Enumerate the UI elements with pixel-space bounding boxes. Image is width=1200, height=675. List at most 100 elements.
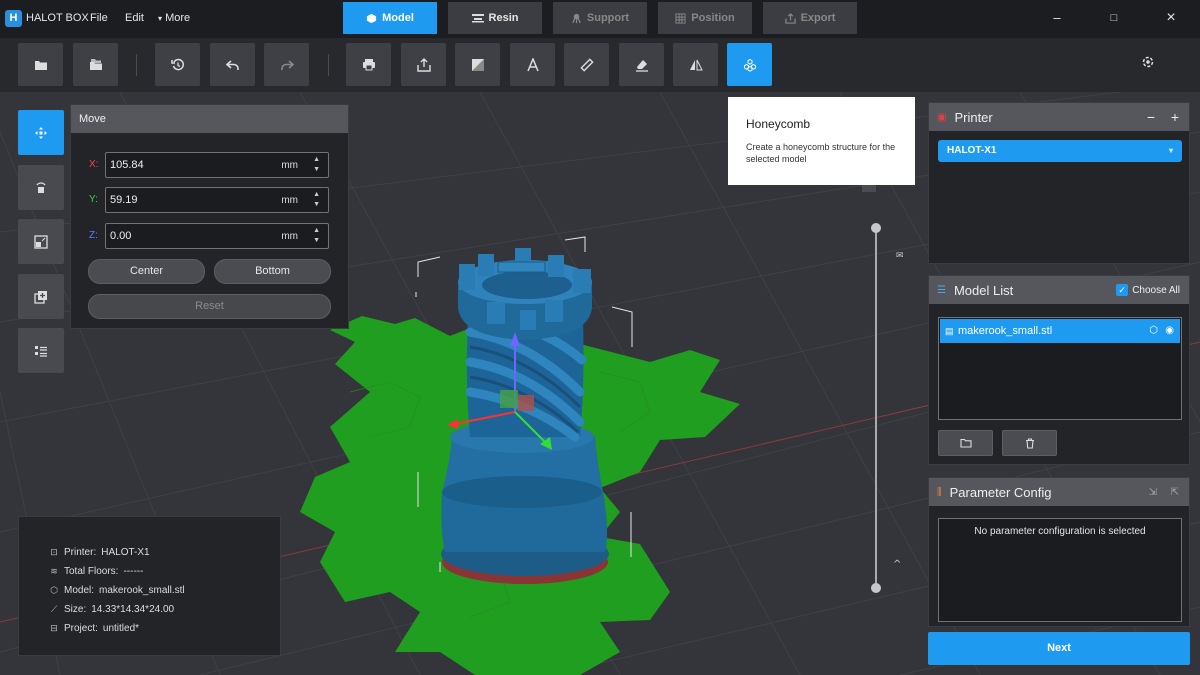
- y-stepper[interactable]: ▲ ▼: [313, 190, 320, 210]
- redo-icon: [280, 59, 294, 70]
- y-value: 59.19: [110, 194, 138, 206]
- info-size-row: ⟋ Size: 14.33*14.34*24.00: [49, 600, 280, 619]
- maximize-button[interactable]: □: [1104, 8, 1124, 28]
- printer-icon: [362, 59, 375, 71]
- scale-tool[interactable]: [18, 219, 64, 264]
- menu-edit[interactable]: Edit: [125, 12, 144, 24]
- model-list-panel: ☰ Model List ✓ Choose All ▤ makerook_sma…: [928, 275, 1190, 465]
- redo-button[interactable]: [264, 43, 309, 86]
- info-project-label: Project:: [64, 623, 98, 634]
- minimize-button[interactable]: –: [1047, 8, 1067, 28]
- honeycomb-icon: [743, 58, 756, 72]
- layer-slider-top-handle[interactable]: [871, 223, 881, 233]
- layer-slider-track[interactable]: [875, 228, 877, 588]
- cube-icon[interactable]: ⬡: [1149, 319, 1158, 343]
- project-icon: ⊟: [50, 623, 58, 633]
- add-model-button[interactable]: [938, 430, 993, 456]
- menu-more[interactable]: ▾ More: [158, 12, 190, 24]
- export-icon: [784, 12, 796, 24]
- measure-button[interactable]: [564, 43, 609, 86]
- model-listbox: ▤ makerook_small.stl ⬡ ◉: [938, 317, 1182, 420]
- list-tool[interactable]: [18, 328, 64, 373]
- eraser-button[interactable]: [619, 43, 664, 86]
- tooltip-description: Create a honeycomb structure for the sel…: [746, 142, 896, 164]
- info-project-value: untitled*: [102, 623, 140, 634]
- printer-select[interactable]: HALOT-X1 ▾: [938, 140, 1182, 162]
- step-model[interactable]: Model: [343, 2, 437, 34]
- hollow-button[interactable]: [455, 43, 500, 86]
- import-config-icon[interactable]: ⇲: [1149, 487, 1157, 498]
- step-resin-label: Resin: [488, 12, 519, 24]
- x-unit: mm: [281, 160, 298, 171]
- history-button[interactable]: [155, 43, 200, 86]
- undo-button[interactable]: [210, 43, 255, 86]
- info-floors-label: Total Floors:: [64, 566, 119, 577]
- step-model-label: Model: [382, 12, 414, 24]
- step-position-label: Position: [691, 12, 735, 24]
- honeycomb-button[interactable]: [727, 43, 772, 86]
- x-field-row: X: 105.84 mm ▲ ▼: [89, 152, 329, 178]
- duplicate-tool[interactable]: [18, 274, 64, 319]
- z-label: Z:: [89, 230, 98, 241]
- history-icon: [170, 58, 184, 70]
- mirror-button[interactable]: [673, 43, 718, 86]
- x-input[interactable]: 105.84 mm ▲ ▼: [105, 152, 329, 178]
- z-field-row: Z: 0.00 mm ▲ ▼: [89, 223, 329, 249]
- import-button[interactable]: [73, 43, 118, 86]
- y-input[interactable]: 59.19 mm ▲ ▼: [105, 187, 329, 213]
- ruler-icon: ⟋: [50, 604, 58, 614]
- app-logo: H: [5, 10, 22, 27]
- toolbar-separator: [136, 54, 137, 76]
- eye-icon[interactable]: ◉: [1165, 319, 1174, 343]
- y-label: Y:: [89, 194, 98, 205]
- move-tool[interactable]: [18, 110, 64, 155]
- toolbar: [0, 38, 1200, 92]
- step-position[interactable]: Position: [658, 2, 752, 34]
- list-item[interactable]: ▤ makerook_small.stl ⬡ ◉: [940, 319, 1180, 343]
- z-input[interactable]: 0.00 mm ▲ ▼: [105, 223, 329, 249]
- move-panel-title: Move: [71, 105, 348, 133]
- x-label: X:: [89, 159, 99, 170]
- x-stepper[interactable]: ▲ ▼: [313, 155, 320, 175]
- step-export[interactable]: Export: [763, 2, 857, 34]
- toolbar-separator: [328, 54, 329, 76]
- layer-up-caret: ^: [893, 559, 901, 570]
- text-icon: [526, 57, 539, 71]
- print-button[interactable]: [346, 43, 391, 86]
- reset-button[interactable]: Reset: [88, 294, 331, 319]
- remove-printer-button[interactable]: −: [1147, 109, 1155, 125]
- move-icon: [35, 126, 47, 139]
- settings-gear-icon[interactable]: [1141, 55, 1157, 71]
- info-size-label: Size:: [64, 604, 87, 615]
- parameter-config-box: No parameter configuration is selected: [938, 518, 1182, 622]
- model-info-panel: ⊡ Printer: HALOT-X1 ≋ Total Floors: ----…: [18, 516, 281, 656]
- caret-down-icon: ▾: [158, 14, 163, 23]
- close-button[interactable]: ×: [1161, 8, 1181, 28]
- delete-model-button[interactable]: [1002, 430, 1057, 456]
- info-printer-label: Printer:: [64, 547, 97, 558]
- bottom-button[interactable]: Bottom: [214, 259, 331, 284]
- trash-icon: [1025, 437, 1034, 449]
- menu-more-label: More: [165, 12, 191, 24]
- layer-slider-bottom-handle[interactable]: [871, 583, 881, 593]
- step-support[interactable]: Support: [553, 2, 647, 34]
- text-button[interactable]: [510, 43, 555, 86]
- y-unit: mm: [281, 195, 298, 206]
- duplicate-icon: [34, 290, 47, 304]
- add-printer-button[interactable]: +: [1171, 109, 1179, 125]
- center-button[interactable]: Center: [88, 259, 205, 284]
- mirror-icon: [689, 59, 703, 70]
- export-model-button[interactable]: [401, 43, 446, 86]
- step-resin[interactable]: Resin: [448, 2, 542, 34]
- parameter-config-header: ⫼ Parameter Config ⇲ ⇱: [929, 478, 1189, 506]
- export-config-icon[interactable]: ⇱: [1171, 487, 1179, 498]
- z-stepper[interactable]: ▲ ▼: [313, 226, 320, 246]
- rotate-tool[interactable]: [18, 165, 64, 210]
- grid-icon: [675, 12, 686, 24]
- printer-panel-header: ▣ Printer − +: [929, 103, 1189, 131]
- open-file-button[interactable]: [18, 43, 63, 86]
- upload-icon: [416, 57, 431, 72]
- choose-all-checkbox[interactable]: ✓ Choose All: [1116, 284, 1180, 296]
- next-button[interactable]: Next: [928, 632, 1190, 665]
- menu-file[interactable]: File: [90, 12, 108, 24]
